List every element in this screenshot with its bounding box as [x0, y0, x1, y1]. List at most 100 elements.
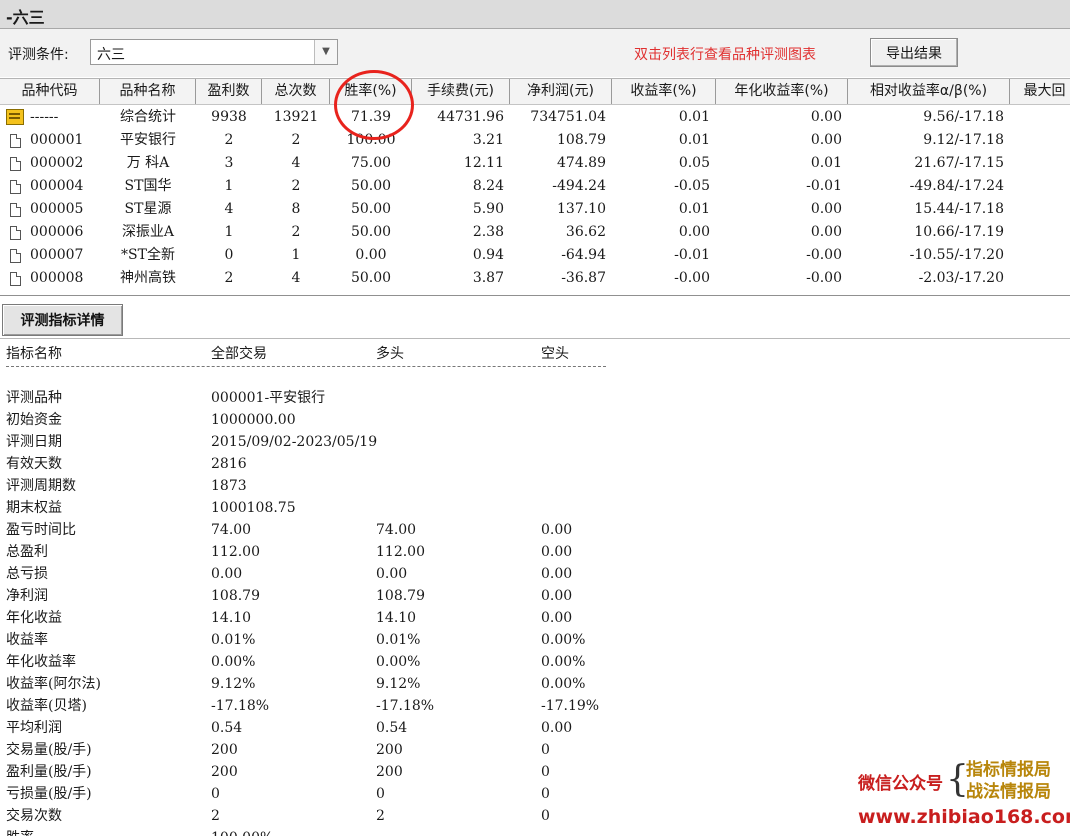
detail-cell: 评测品种 [6, 390, 62, 406]
highlight-circle [334, 70, 414, 140]
detail-row: 有效天数 2816 [0, 453, 700, 475]
table-cell: 44731.96 [437, 109, 504, 125]
column-header[interactable]: 品种代码 [0, 79, 100, 104]
detail-cell: 0 [541, 742, 550, 758]
divider [6, 366, 606, 367]
table-cell: 10.66/-17.19 [914, 224, 1004, 240]
detail-row: 期末权益 1000108.75 [0, 497, 700, 519]
hint-text: 双击列表行查看品种评测图表 [634, 47, 816, 63]
detail-cell: 0.00 [541, 522, 573, 538]
column-header[interactable]: 年化收益率(%) [716, 79, 848, 104]
detail-cell: 有效天数 [6, 456, 62, 472]
table-cell: 9938 [211, 109, 247, 125]
detail-cell: 2015/09/02-2023/05/19 [211, 434, 378, 450]
column-header[interactable]: 总次数 [262, 79, 330, 104]
detail-cell: 74.00 [211, 522, 252, 538]
table-cell: 75.00 [350, 155, 392, 171]
export-button[interactable]: 导出结果 [870, 38, 958, 67]
table-cell: 474.89 [557, 155, 606, 171]
column-header[interactable]: 品种名称 [100, 79, 196, 104]
detail-cell: 14.10 [376, 610, 417, 626]
condition-select[interactable]: 六三 ▼ [90, 39, 338, 65]
detail-row: 亏损量(股/手) 0 0 0 [0, 783, 700, 805]
detail-cell: 0 [541, 764, 550, 780]
table-cell: -0.01 [806, 178, 842, 194]
tab-detail[interactable]: 评测指标详情 [2, 304, 123, 336]
table-cell: 0.94 [472, 247, 504, 263]
detail-row: 评测日期 2015/09/02-2023/05/19 [0, 431, 700, 453]
table-cell: -494.24 [552, 178, 606, 194]
table-cell: ------ [30, 109, 59, 125]
table-cell: 深振业A [121, 224, 175, 240]
table-cell: 50.00 [350, 270, 392, 286]
detail-cell: 1873 [211, 478, 247, 494]
table-row[interactable]: 000006 深振业A 1 2 50.00 2.38 36.62 0.00 0.00 10.66/… [0, 221, 1070, 244]
table-cell: 3.87 [472, 270, 504, 286]
detail-row: 评测品种 000001-平安银行 [0, 387, 700, 409]
detail-cell: 0.00 [211, 566, 243, 582]
column-header[interactable]: 手续费(元) [412, 79, 510, 104]
detail-panel: 指标名称 全部交易 多头 空头 评测品种 000001-平安银行 初始资金 1000000.0… [0, 338, 1070, 836]
table-cell: 4 [291, 270, 301, 286]
column-header[interactable]: 最大回 [1010, 79, 1070, 104]
table-row[interactable]: 000004 ST国华 1 2 50.00 8.24 -494.24 -0.05 -0.01 -4… [0, 175, 1070, 198]
column-header[interactable]: 净利润(元) [510, 79, 612, 104]
table-row[interactable]: 000001 平安银行 2 2 100.00 3.21 108.79 0.01 0.00 9.12… [0, 129, 1070, 152]
table-cell: 8 [291, 201, 301, 217]
table-cell: 0.01 [810, 155, 842, 171]
table-cell: 9.12/-17.18 [923, 132, 1004, 148]
table-cell: 21.67/-17.15 [914, 155, 1004, 171]
detail-row: 净利润 108.79 108.79 0.00 [0, 585, 700, 607]
title-bar: -六三 [0, 0, 1070, 29]
detail-cell: 年化收益率 [6, 654, 76, 670]
detail-cell: 盈亏时间比 [6, 522, 76, 538]
table-cell: -36.87 [561, 270, 606, 286]
detail-cell: 总亏损 [6, 566, 48, 582]
table-cell: 0.00 [810, 132, 842, 148]
table-cell: 平安银行 [120, 132, 176, 148]
detail-cell: 0.00 [541, 544, 573, 560]
table-cell: *ST全新 [121, 247, 175, 263]
column-header[interactable]: 相对收益率α/β(%) [848, 79, 1010, 104]
table-cell: 5.90 [472, 201, 504, 217]
detail-cell: 200 [376, 764, 403, 780]
table-cell: 12.11 [463, 155, 504, 171]
detail-column-header: 多头 [376, 346, 404, 362]
table-cell: 综合统计 [120, 109, 176, 125]
detail-cell: 0.00% [541, 676, 586, 692]
table-cell: 000001 [30, 132, 84, 148]
table-row[interactable]: 000002 万 科A 3 4 75.00 12.11 474.89 0.05 0.01 21.6… [0, 152, 1070, 175]
detail-cell: 0.54 [211, 720, 243, 736]
detail-cell: 0.01% [211, 632, 256, 648]
column-header[interactable]: 盈利数 [196, 79, 262, 104]
detail-cell: 112.00 [211, 544, 260, 560]
detail-cell: 0.00 [541, 566, 573, 582]
table-cell: 15.44/-17.18 [914, 201, 1004, 217]
detail-cell: 200 [376, 742, 403, 758]
detail-cell: 112.00 [376, 544, 425, 560]
detail-cell: 评测周期数 [6, 478, 76, 494]
table-row[interactable]: ------ 综合统计 9938 13921 71.39 44731.96 734751.0… [0, 106, 1070, 129]
detail-cell: 9.12% [211, 676, 256, 692]
detail-cell: 收益率(贝塔) [6, 698, 87, 714]
table-cell: -0.05 [674, 178, 710, 194]
detail-cell: 收益率(阿尔法) [6, 676, 101, 692]
table-row[interactable]: 000007 *ST全新 0 1 0.00 0.94 -64.94 -0.01 -0.00 -10… [0, 244, 1070, 267]
detail-row: 总盈利 112.00 112.00 0.00 [0, 541, 700, 563]
table-row[interactable]: 000005 ST星源 4 8 50.00 5.90 137.10 0.01 0.00 15.44… [0, 198, 1070, 221]
detail-row: 收益率(阿尔法) 9.12% 9.12% 0.00% [0, 673, 700, 695]
detail-cell: 0.01% [376, 632, 421, 648]
column-header[interactable]: 收益率(%) [612, 79, 716, 104]
table-cell: 3.21 [472, 132, 504, 148]
table-cell: 2 [224, 270, 234, 286]
table-row[interactable]: 000008 神州高铁 2 4 50.00 3.87 -36.87 -0.00 -0.00 -2.… [0, 267, 1070, 290]
table-cell: 1 [224, 224, 234, 240]
detail-cell: 0.00 [376, 566, 408, 582]
result-table[interactable]: 品种代码 品种名称 盈利数 总次数 胜率(%) 手续费(元) 净利润(元) 收益率(%) 年化收… [0, 78, 1070, 296]
table-cell: 137.10 [557, 201, 606, 217]
detail-row: 交易次数 2 2 0 [0, 805, 700, 827]
chevron-down-icon[interactable]: ▼ [314, 40, 337, 64]
detail-column-header: 指标名称 [6, 346, 62, 362]
table-cell: 0.00 [810, 201, 842, 217]
table-cell: 000007 [30, 247, 84, 263]
